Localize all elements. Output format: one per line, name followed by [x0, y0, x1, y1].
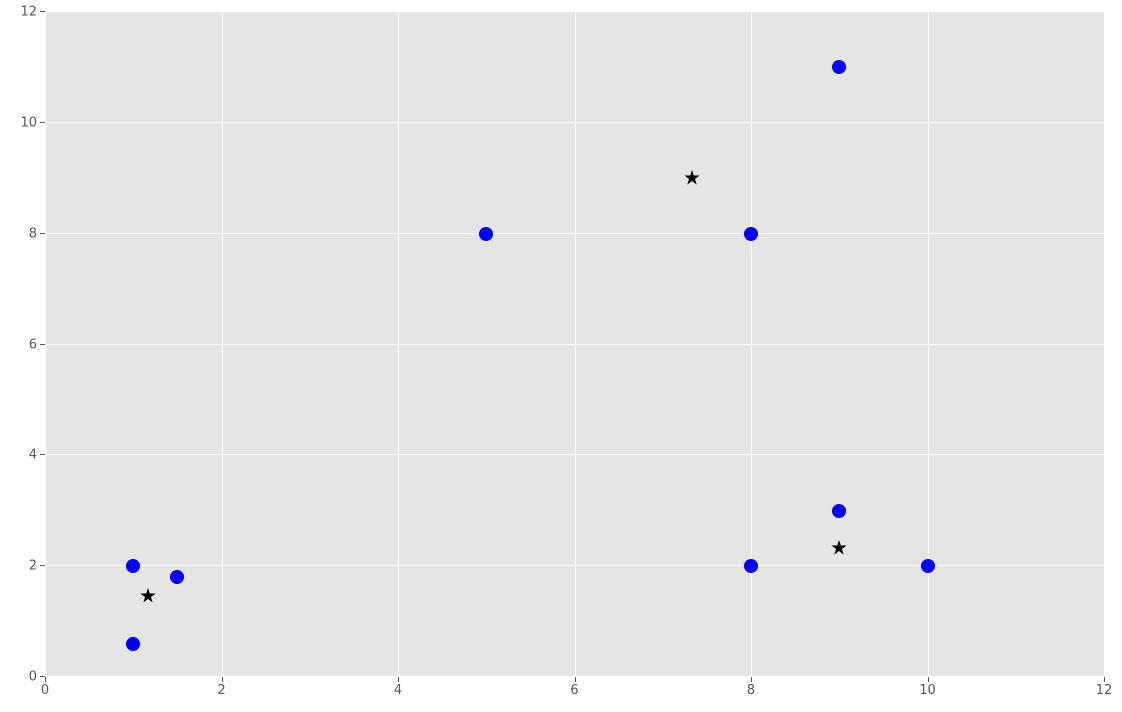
y-tick-label: 10	[20, 115, 37, 130]
y-tick-mark	[40, 344, 45, 345]
y-tick-mark	[40, 676, 45, 677]
x-tick-mark	[222, 677, 223, 682]
gridline-horizontal	[45, 565, 1104, 566]
x-tick-mark	[45, 677, 46, 682]
y-tick-label: 4	[29, 448, 37, 463]
y-tick-mark	[40, 122, 45, 123]
gridline-horizontal	[45, 233, 1104, 234]
x-tick-label: 0	[41, 683, 49, 698]
y-tick-mark	[40, 233, 45, 234]
data-point	[744, 559, 758, 573]
x-tick-mark	[575, 677, 576, 682]
data-point	[744, 227, 758, 241]
data-point	[126, 637, 140, 651]
x-tick-mark	[398, 677, 399, 682]
gridline-vertical	[751, 12, 752, 677]
gridline-horizontal	[45, 676, 1104, 677]
gridline-vertical	[1104, 12, 1105, 677]
y-tick-label: 8	[29, 226, 37, 241]
x-tick-mark	[751, 677, 752, 682]
y-tick-label: 6	[29, 337, 37, 352]
gridline-vertical	[575, 12, 576, 677]
data-point	[170, 570, 184, 584]
x-tick-label: 2	[217, 683, 225, 698]
y-tick-label: 0	[29, 670, 37, 685]
gridline-horizontal	[45, 11, 1104, 12]
scatter-plot-axes: 024681012024681012	[45, 12, 1104, 677]
gridline-horizontal	[45, 454, 1104, 455]
y-tick-mark	[40, 565, 45, 566]
y-tick-label: 2	[29, 559, 37, 574]
data-point	[479, 227, 493, 241]
x-tick-label: 8	[747, 683, 755, 698]
gridline-vertical	[45, 12, 46, 677]
y-tick-label: 12	[20, 5, 37, 20]
x-tick-label: 6	[570, 683, 578, 698]
y-tick-mark	[40, 454, 45, 455]
gridline-vertical	[222, 12, 223, 677]
gridline-vertical	[398, 12, 399, 677]
data-point	[126, 559, 140, 573]
centroid-star-icon	[831, 540, 847, 556]
gridline-horizontal	[45, 344, 1104, 345]
gridline-vertical	[928, 12, 929, 677]
centroid-star-icon	[140, 588, 156, 604]
x-tick-mark	[1104, 677, 1105, 682]
x-tick-mark	[928, 677, 929, 682]
centroid-star-icon	[684, 170, 700, 186]
x-tick-label: 4	[394, 683, 402, 698]
x-tick-label: 10	[919, 683, 936, 698]
gridline-horizontal	[45, 122, 1104, 123]
data-point	[832, 60, 846, 74]
y-tick-mark	[40, 11, 45, 12]
data-point	[921, 559, 935, 573]
data-point	[832, 504, 846, 518]
x-tick-label: 12	[1096, 683, 1113, 698]
figure: 0 2 4 6 8 10 12 0 2 4 6 8 10 12	[0, 0, 1122, 712]
